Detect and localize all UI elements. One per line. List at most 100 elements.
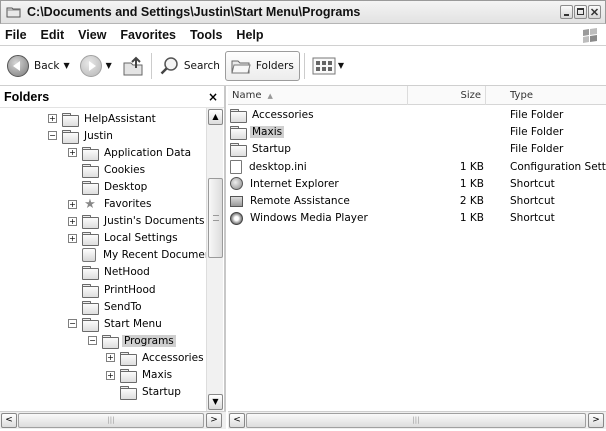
file-row[interactable]: Accessories File Folder [228,107,606,123]
views-button[interactable]: ▼ [309,51,351,81]
minimize-button[interactable] [560,5,573,19]
file-size [408,141,484,157]
expand-icon[interactable]: + [48,114,57,123]
tree-item-helpassistant[interactable]: + HelpAssistant [48,110,158,127]
tree-item-maxis[interactable]: + Maxis [106,367,174,384]
expand-icon[interactable]: + [106,370,115,380]
up-folder-button[interactable] [119,51,147,81]
folder-icon [62,129,79,144]
collapse-icon[interactable]: − [88,336,97,346]
column-header-name[interactable]: Name ▲ [228,86,408,105]
file-row[interactable]: Startup File Folder [228,141,606,158]
folders-button[interactable]: Folders [224,50,300,81]
media-player-icon [230,211,243,225]
tree-item-start-menu[interactable]: − Start Menu [68,315,164,332]
tree-item-my-recent-documen[interactable]: My Recent Documen [68,247,206,264]
collapse-icon[interactable]: − [68,319,77,329]
tree-item-justin-s-documents[interactable]: + Justin's Documents [68,213,206,230]
folder-icon [6,4,22,20]
tree-item-label: Programs [122,334,176,347]
file-name: Accessories [252,109,314,121]
folder-icon [82,146,99,161]
tree-item-desktop[interactable]: Desktop [68,178,149,195]
expand-icon[interactable]: + [106,353,115,363]
tree-item-label: Startup [142,386,181,399]
collapse-icon[interactable]: − [48,131,57,141]
expand-icon[interactable]: + [68,233,77,243]
file-row[interactable]: Internet Explorer 1 KB Shortcut [228,176,606,192]
tree-item-application-data[interactable]: + Application Data [68,144,193,161]
file-row[interactable]: desktop.ini 1 KB Configuration Settings [228,159,606,175]
column-header-size[interactable]: Size [408,86,486,105]
tree-item-label: SendTo [104,300,142,313]
folder-icon [120,351,137,366]
tree-item-cookies[interactable]: Cookies [68,161,147,178]
folder-tree-horizontal-scrollbar[interactable]: < ||| > [0,411,226,429]
open-folder-icon [102,334,119,349]
menu-edit[interactable]: Edit [34,28,72,42]
horizontal-scroll-thumb[interactable]: ||| [246,413,586,428]
expand-icon[interactable]: + [68,148,77,158]
folder-icon [230,143,247,158]
horizontal-scroll-thumb[interactable]: ||| [18,413,204,428]
close-folders-pane-icon[interactable]: × [208,90,218,104]
scroll-right-button[interactable]: > [206,413,222,428]
menu-bar: File Edit View Favorites Tools Help [0,24,606,46]
scroll-left-button[interactable]: < [229,413,245,428]
file-row[interactable]: Remote Assistance 2 KB Shortcut [228,193,606,209]
tree-item-local-settings[interactable]: + Local Settings [68,230,180,247]
folders-label: Folders [255,59,294,72]
tree-item-accessories[interactable]: + Accessories [106,349,206,366]
tree-item-startup[interactable]: Startup [106,384,183,401]
expand-icon[interactable]: + [68,216,77,226]
sort-ascending-icon: ▲ [267,91,273,100]
file-name: Windows Media Player [250,212,368,225]
folder-icon [82,215,99,230]
scroll-right-button[interactable]: > [588,413,604,428]
file-row[interactable]: Windows Media Player 1 KB Shortcut [228,210,606,226]
scroll-thumb[interactable] [208,178,223,258]
tree-item-nethood[interactable]: NetHood [68,264,152,281]
folder-tree-vertical-scrollbar[interactable]: ▲ ▼ [206,108,223,411]
close-button[interactable] [588,5,601,19]
file-list-horizontal-scrollbar[interactable]: < ||| > [228,411,606,429]
menu-view[interactable]: View [71,28,113,42]
scroll-down-button[interactable]: ▼ [208,394,223,410]
internet-explorer-icon [230,177,243,191]
file-type: File Folder [510,126,564,139]
maximize-button[interactable] [574,5,587,19]
back-dropdown-icon[interactable]: ▼ [64,61,70,70]
views-dropdown-icon[interactable]: ▼ [338,61,344,70]
menu-favorites[interactable]: Favorites [113,28,183,42]
tree-item-justin[interactable]: − Justin [48,127,115,144]
back-label: Back [34,59,60,72]
tree-item-label: My Recent Documen [103,249,206,262]
expand-icon[interactable]: + [68,199,77,209]
scroll-up-button[interactable]: ▲ [208,109,223,125]
star-icon: ★ [84,196,96,212]
tree-item-label: NetHood [104,266,150,279]
folder-icon [82,266,99,281]
toolbar-separator [150,52,152,79]
menu-tools[interactable]: Tools [183,28,229,42]
menu-file[interactable]: File [0,28,34,42]
search-button[interactable]: Search [156,51,223,81]
tree-item-sendto[interactable]: SendTo [68,298,144,315]
scroll-left-button[interactable]: < [1,413,17,428]
settings-file-icon [230,159,242,174]
tree-item-label: HelpAssistant [84,112,156,125]
back-button[interactable]: Back ▼ [4,51,77,81]
forward-dropdown-icon[interactable]: ▼ [106,61,112,70]
tree-item-printhood[interactable]: PrintHood [68,281,158,298]
remote-assistance-icon [230,195,243,207]
folders-pane-header: Folders × [0,86,224,108]
forward-button[interactable]: ▼ [77,51,119,81]
menu-help[interactable]: Help [229,28,270,42]
forward-arrow-icon [79,54,102,77]
file-row[interactable]: Maxis File Folder [228,124,606,141]
views-icon [312,57,336,74]
tree-item-programs[interactable]: − Programs [88,332,176,349]
tree-item-label: Maxis [142,369,173,381]
column-header-type[interactable]: Type [506,86,606,105]
tree-item-favorites[interactable]: + ★ Favorites [68,196,153,213]
